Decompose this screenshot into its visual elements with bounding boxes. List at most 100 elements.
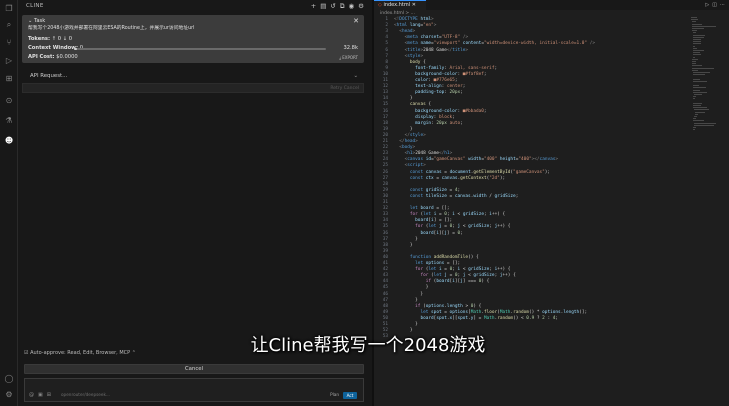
- plan-toggle[interactable]: Plan: [330, 392, 339, 398]
- minimap-line: [693, 105, 701, 106]
- minimap-line: [692, 25, 717, 27]
- minimap-line: [693, 89, 700, 91]
- context-window-label: Context Window:: [28, 45, 79, 51]
- minimap-line: [694, 111, 706, 113]
- minimap-line: [692, 32, 697, 34]
- minimap-line: [693, 96, 697, 98]
- minimap-line: [692, 78, 701, 80]
- gear-icon[interactable]: ⚙: [358, 2, 364, 10]
- chevron-up-icon[interactable]: ⌃: [132, 350, 136, 356]
- minimap-line: [694, 94, 702, 95]
- chat-input[interactable]: @ ▣ ⊞ openrouter/deepseek... Plan Act: [24, 378, 364, 402]
- gear-icon[interactable]: ⚙: [4, 390, 14, 400]
- editor-actions: ▷ ◫ ⋯: [705, 1, 725, 9]
- minimap-line: [692, 74, 706, 76]
- model-selector[interactable]: openrouter/deepseek...: [61, 392, 110, 398]
- tokens-value: ↑ 0 ↓ 0: [51, 36, 73, 42]
- minimap-line: [693, 54, 702, 56]
- minimap-line: [693, 43, 702, 45]
- sidebar-toolbar: + ▤ ↺ ⧉ ◉ ⚙: [311, 2, 364, 10]
- minimap-line: [693, 91, 708, 93]
- api-box-right: Retry Cancel: [330, 86, 359, 91]
- minimap-line: [694, 122, 716, 124]
- minimap-line: [692, 47, 697, 49]
- context-window-fill: [74, 48, 77, 50]
- source-control-icon[interactable]: ⑂: [4, 38, 14, 48]
- task-description: 帮我写个2048小游戏并部署在阿里云ESA的Routine上，并展示ur访问地址…: [28, 26, 195, 31]
- minimap-line: [692, 85, 700, 87]
- tokens-label: Tokens:: [28, 36, 51, 42]
- export-button[interactable]: ⤓ EXPORT: [339, 55, 358, 61]
- chevron-down-icon[interactable]: ⌄: [353, 71, 358, 81]
- mention-icon[interactable]: @: [29, 392, 34, 398]
- auto-approve-row[interactable]: ☑ Auto-approve: Read, Edit, Browser, MCP…: [24, 350, 136, 357]
- account-icon[interactable]: ◉: [349, 2, 355, 10]
- account-icon[interactable]: ◯: [4, 374, 14, 384]
- act-toggle[interactable]: Act: [343, 392, 357, 399]
- minimap-line: [693, 34, 706, 36]
- api-request-label: API Request...: [30, 73, 68, 79]
- image-icon[interactable]: ▣: [38, 392, 43, 398]
- minimap-line: [694, 109, 709, 111]
- minimap-line: [692, 102, 703, 104]
- extensions-icon[interactable]: ⊞: [4, 74, 14, 84]
- chat-tools: @ ▣ ⊞: [29, 392, 51, 398]
- minimap-line: [692, 56, 695, 58]
- server-icon[interactable]: ⊞: [47, 392, 51, 398]
- minimap-line: [693, 107, 708, 109]
- minimap-line: [691, 63, 696, 65]
- more-icon[interactable]: ⋯: [720, 1, 725, 9]
- api-cost-value: $0.0000: [56, 54, 78, 60]
- plus-icon[interactable]: +: [311, 2, 316, 10]
- remote-icon[interactable]: ⊙: [4, 96, 14, 106]
- chevron-down-icon[interactable]: ⌄: [28, 18, 32, 24]
- minimap-line: [693, 50, 704, 51]
- search-icon[interactable]: ⌕: [4, 20, 14, 30]
- split-editor-icon[interactable]: ◫: [712, 1, 717, 9]
- minimap-line: [691, 61, 697, 62]
- cancel-button[interactable]: Cancel: [24, 364, 364, 374]
- checkbox-icon[interactable]: ☑: [24, 350, 28, 356]
- minimap-line: [691, 19, 698, 21]
- minimap-line: [693, 118, 697, 120]
- close-icon[interactable]: ✕: [412, 2, 416, 8]
- minimap-line: [692, 65, 703, 67]
- api-cost-label: API Cost:: [28, 54, 55, 60]
- minimap-line: [692, 28, 705, 29]
- minimap-line: [692, 87, 707, 89]
- popout-icon[interactable]: ⧉: [340, 2, 345, 10]
- minimap-line: [693, 120, 705, 122]
- minimap-line: [693, 52, 701, 54]
- minimap-line: [692, 58, 698, 60]
- minimap-line: [692, 129, 695, 131]
- minimap-line: [693, 36, 704, 38]
- minimap-line: [694, 113, 699, 115]
- minimap-line: [691, 21, 696, 23]
- minimap[interactable]: [691, 17, 717, 137]
- minimap-line: [693, 41, 702, 43]
- minimap-line: [693, 39, 701, 40]
- history-icon[interactable]: ↺: [330, 2, 335, 10]
- run-icon[interactable]: ▷: [705, 1, 709, 9]
- tab-label: index.html: [383, 2, 411, 8]
- context-right-value: 32.8k: [343, 45, 358, 51]
- video-subtitle: 让Cline帮我写一个2048游戏: [250, 335, 486, 356]
- cline-icon[interactable]: ☻: [4, 136, 14, 146]
- minimap-line: [692, 72, 711, 73]
- task-label: Task: [34, 18, 46, 24]
- breadcrumb[interactable]: index.html > ...: [380, 10, 415, 17]
- run-debug-icon[interactable]: ▷: [4, 56, 14, 66]
- minimap-line: [692, 23, 703, 25]
- tab-index-html[interactable]: ◇ index.html ✕: [374, 0, 426, 10]
- auto-approve-label: Auto-approve: Read, Edit, Browser, MCP: [30, 350, 131, 356]
- minimap-line: [694, 124, 714, 126]
- editor-tab-bar: ◇ index.html ✕ ▷ ◫ ⋯: [374, 0, 729, 10]
- task-panel: ⌄ Task ✕ 帮我写个2048小游戏并部署在阿里云ESA的Routine上，…: [22, 15, 364, 63]
- close-icon[interactable]: ✕: [353, 18, 359, 25]
- activity-bar: ❐ ⌕ ⑂ ▷ ⊞ ⊙ ⚗ ☻ ◯ ⚙: [0, 0, 18, 406]
- test-icon[interactable]: ⚗: [4, 116, 14, 126]
- files-icon[interactable]: ❐: [4, 4, 14, 14]
- api-request-row[interactable]: API Request... ⌄: [22, 71, 364, 81]
- server-icon[interactable]: ▤: [320, 2, 326, 10]
- minimap-line: [691, 17, 698, 18]
